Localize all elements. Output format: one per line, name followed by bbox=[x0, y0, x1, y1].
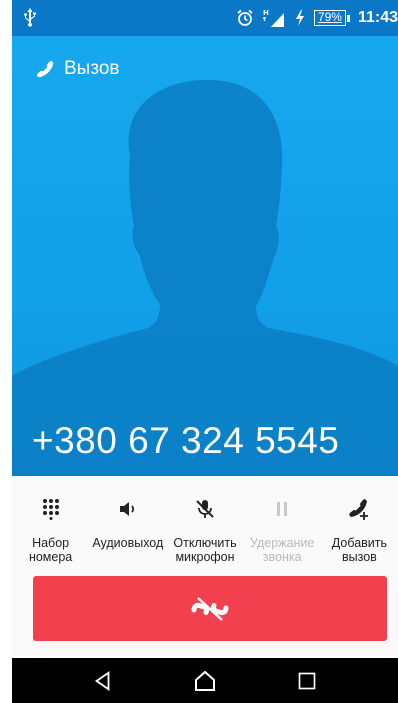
phone-handset-icon bbox=[37, 61, 54, 78]
end-call-area bbox=[12, 576, 398, 656]
signal-4g-icon: H bbox=[262, 9, 284, 27]
usb-icon bbox=[24, 8, 36, 27]
caller-area: Вызов +380 67 324 5545 bbox=[12, 36, 398, 476]
call-status-title: Вызов bbox=[34, 58, 120, 80]
call-controls: Набор номера Аудиовыход Отключить микроф… bbox=[12, 476, 398, 576]
dialpad-icon bbox=[38, 496, 64, 522]
phone-screen: H 79% 11:43 Вызов +380 67 324 5545 Набор… bbox=[12, 0, 398, 703]
caller-number: +380 67 324 5545 bbox=[32, 420, 340, 461]
mute-label-2: микрофон bbox=[175, 550, 235, 564]
recents-icon[interactable] bbox=[295, 669, 319, 693]
add-call-label-2: вызов bbox=[342, 550, 377, 564]
battery-icon: 79% bbox=[313, 10, 350, 26]
end-call-icon bbox=[191, 596, 229, 621]
svg-text:H: H bbox=[263, 9, 269, 17]
navigation-bar bbox=[12, 658, 398, 703]
status-bar: H 79% 11:43 bbox=[12, 0, 398, 36]
audio-output-button[interactable]: Аудиовыход bbox=[89, 476, 166, 576]
hold-label-1: Удержание bbox=[250, 536, 315, 550]
mic-off-icon bbox=[192, 496, 218, 522]
call-title-label: Вызов bbox=[64, 58, 120, 79]
back-icon[interactable] bbox=[91, 669, 115, 693]
speaker-icon bbox=[115, 496, 141, 522]
mute-button[interactable]: Отключить микрофон bbox=[166, 476, 243, 576]
home-icon[interactable] bbox=[193, 669, 217, 693]
pause-icon bbox=[269, 496, 295, 522]
hold-button[interactable]: Удержание звонка bbox=[244, 476, 321, 576]
add-call-label-1: Добавить bbox=[331, 536, 388, 550]
audio-output-label: Аудиовыход bbox=[92, 536, 164, 550]
mute-label-1: Отключить bbox=[173, 536, 237, 550]
alarm-clock-icon bbox=[237, 9, 253, 26]
battery-level: 79% bbox=[313, 10, 346, 26]
dialpad-label-1: Набор bbox=[32, 536, 70, 550]
hold-label-2: звонка bbox=[262, 550, 302, 564]
charging-bolt-icon bbox=[295, 10, 304, 26]
status-time: 11:43 bbox=[357, 9, 398, 26]
dialpad-button[interactable]: Набор номера bbox=[12, 476, 89, 576]
add-call-button[interactable]: Добавить вызов bbox=[321, 476, 398, 576]
dialpad-label-2: номера bbox=[28, 550, 73, 564]
contact-silhouette-image bbox=[12, 79, 398, 476]
status-icons: H 79% 11:43 bbox=[236, 0, 398, 36]
add-call-icon bbox=[346, 496, 372, 522]
end-call-button[interactable] bbox=[33, 576, 387, 641]
